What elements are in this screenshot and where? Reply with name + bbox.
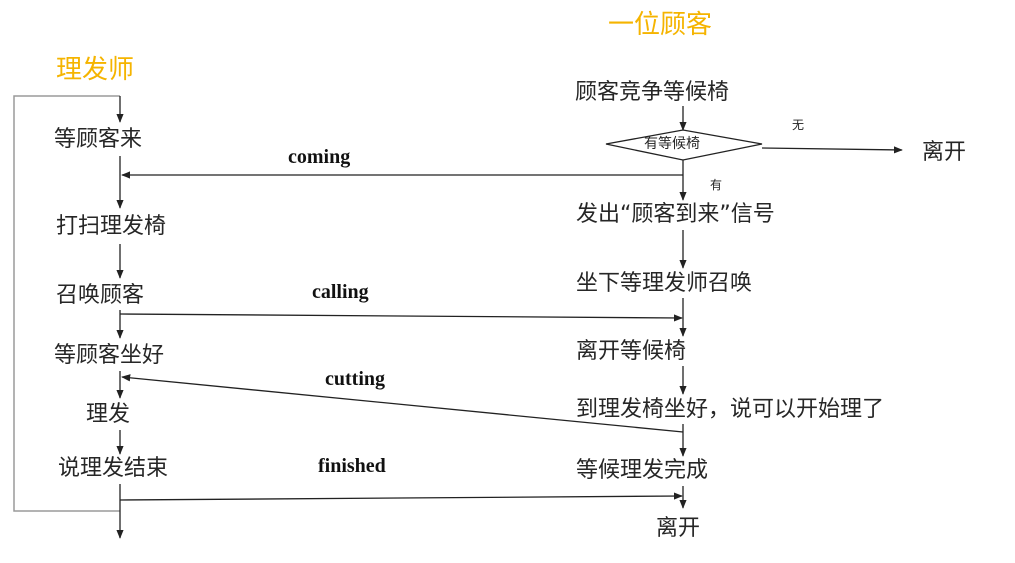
signal-calling-arrow <box>119 313 683 322</box>
customer-step-6: 等候理发完成 <box>576 458 709 483</box>
signal-cutting-label: cutting <box>325 368 385 390</box>
barber-step-6: 说理发结束 <box>58 456 169 481</box>
leave-label: 离开 <box>922 140 967 165</box>
branch-no-label: 无 <box>792 118 805 132</box>
customer-step-3: 坐下等理发师召唤 <box>576 271 753 296</box>
customer-step-7: 离开 <box>656 516 701 541</box>
customer-step-2: 发出“顾客到来”信号 <box>576 202 775 227</box>
barber-step-1: 等顾客来 <box>54 127 143 152</box>
signal-coming-label: coming <box>288 146 351 168</box>
signal-calling-label: calling <box>312 281 369 303</box>
barber-step-5: 理发 <box>86 402 131 427</box>
customer-title: 一位顾客 <box>608 10 713 40</box>
branch-yes-label: 有 <box>710 178 723 192</box>
signal-finished-arrow <box>119 492 683 501</box>
no-branch-arrow <box>761 146 903 154</box>
barber-step-4: 等顾客坐好 <box>54 343 165 368</box>
customer-step-1: 顾客竞争等候椅 <box>575 80 730 105</box>
decision-label: 有等候椅 <box>644 136 700 152</box>
customer-step-5: 到理发椅坐好，说可以开始理了 <box>576 397 885 422</box>
barber-step-2: 打扫理发椅 <box>56 214 167 239</box>
barber-step-3: 召唤顾客 <box>56 283 145 308</box>
signal-finished-label: finished <box>318 455 386 477</box>
barber-title: 理发师 <box>56 55 135 85</box>
customer-step-4: 离开等候椅 <box>576 339 687 364</box>
